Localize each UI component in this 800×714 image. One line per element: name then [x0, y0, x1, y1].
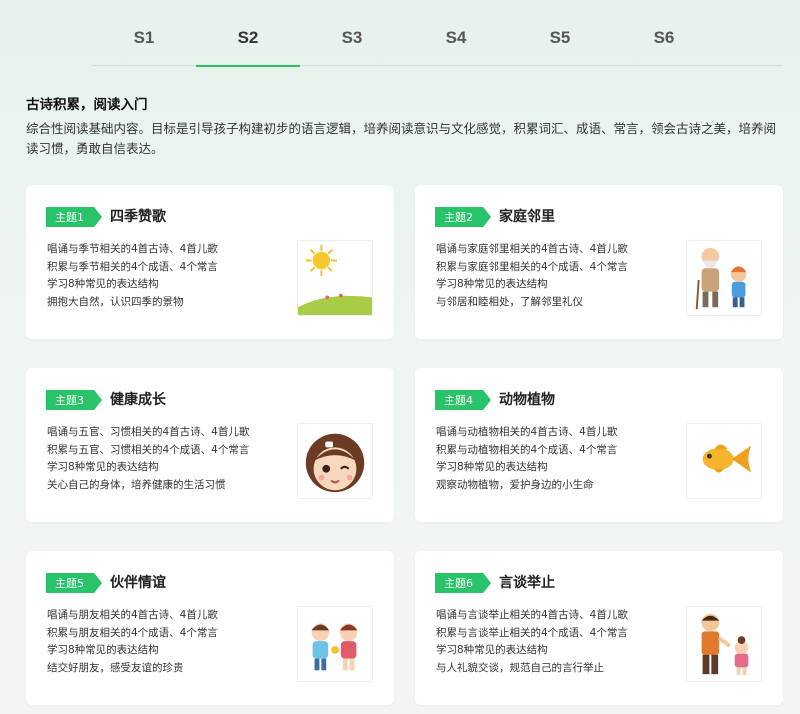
theme-line: 学习8种常见的表达结构 — [47, 461, 159, 473]
theme-line: 积累与朋友相关的4个成语、4个常言 — [47, 626, 218, 639]
theme-card-2[interactable]: 主题2 家庭邻里 唱诵与家庭邻里相关的4首古诗、4首儿歌 积累与家庭邻里相关的4… — [415, 185, 783, 339]
theme-line: 学习8种常见的表达结构 — [436, 644, 548, 656]
theme-card-5[interactable]: 主题5 伙伴情谊 唱诵与朋友相关的4首古诗、4首儿歌 积累与朋友相关的4个成语、… — [26, 551, 394, 705]
theme-title: 家庭邻里 — [499, 209, 555, 225]
theme-line: 唱诵与动植物相关的4首古诗、4首儿歌 — [436, 426, 618, 438]
theme-line: 结交好朋友，感受友谊的珍贵 — [47, 661, 184, 674]
theme-line: 学习8种常见的表达结构 — [47, 278, 159, 290]
theme-line: 积累与五官、习惯相关的4个成语、4个常言 — [47, 443, 250, 456]
theme-line: 唱诵与言谈举止相关的4首古诗、4首儿歌 — [436, 609, 628, 621]
theme-lines: 唱诵与家庭邻里相关的4首古诗、4首儿歌 积累与家庭邻里相关的4个成语、4个常言 … — [436, 241, 676, 311]
polite-greeting-icon — [686, 606, 762, 682]
theme-line: 关心自己的身体，培养健康的生活习惯 — [47, 478, 226, 491]
tab-s3[interactable]: S3 — [300, 20, 404, 66]
theme-line: 积累与家庭邻里相关的4个成语、4个常言 — [436, 260, 628, 273]
theme-tag: 主题5 — [46, 573, 102, 593]
theme-title: 四季赞歌 — [110, 209, 166, 225]
theme-card-4[interactable]: 主题4 动物植物 唱诵与动植物相关的4首古诗、4首儿歌 积累与动植物相关的4个成… — [415, 368, 783, 522]
theme-line: 唱诵与家庭邻里相关的4首古诗、4首儿歌 — [436, 243, 628, 255]
theme-line: 唱诵与季节相关的4首古诗、4首儿歌 — [47, 243, 218, 255]
theme-title: 健康成长 — [110, 392, 166, 408]
theme-line: 学习8种常见的表达结构 — [436, 278, 548, 290]
theme-lines: 唱诵与动植物相关的4首古诗、4首儿歌 积累与动植物相关的4个成语、4个常言 学习… — [436, 424, 676, 494]
tab-s1[interactable]: S1 — [92, 20, 196, 66]
grandpa-and-child-icon — [686, 240, 762, 316]
sun-landscape-icon — [297, 240, 373, 316]
theme-title: 言谈举止 — [499, 575, 555, 591]
theme-title: 伙伴情谊 — [110, 575, 166, 591]
goldfish-icon — [686, 423, 762, 499]
two-friends-icon — [297, 606, 373, 682]
theme-card-3[interactable]: 主题3 健康成长 唱诵与五官、习惯相关的4首古诗、4首儿歌 积累与五官、习惯相关… — [26, 368, 394, 522]
theme-title: 动物植物 — [499, 392, 555, 408]
theme-line: 唱诵与五官、习惯相关的4首古诗、4首儿歌 — [47, 426, 250, 438]
theme-tag: 主题2 — [435, 207, 491, 227]
theme-tag: 主题1 — [46, 207, 102, 227]
theme-line: 唱诵与朋友相关的4首古诗、4首儿歌 — [47, 609, 218, 621]
theme-line: 观察动物植物，爱护身边的小生命 — [436, 478, 594, 491]
theme-lines: 唱诵与朋友相关的4首古诗、4首儿歌 积累与朋友相关的4个成语、4个常言 学习8种… — [47, 607, 287, 677]
theme-line: 积累与言谈举止相关的4个成语、4个常言 — [436, 626, 628, 639]
theme-line: 与邻居和睦相处，了解邻里礼仪 — [436, 295, 583, 308]
stage-tabs: S1 S2 S3 S4 S5 S6 — [92, 20, 782, 67]
intro-description: 综合性阅读基础内容。目标是引导孩子构建初步的语言逻辑，培养阅读意识与文化感觉，积… — [26, 121, 777, 156]
theme-line: 拥抱大自然，认识四季的景物 — [47, 295, 184, 308]
theme-line: 积累与动植物相关的4个成语、4个常言 — [436, 443, 618, 456]
theme-line: 学习8种常见的表达结构 — [47, 644, 159, 656]
theme-card-6[interactable]: 主题6 言谈举止 唱诵与言谈举止相关的4首古诗、4首儿歌 积累与言谈举止相关的4… — [415, 551, 783, 705]
theme-tag: 主题3 — [46, 390, 102, 410]
tab-s4[interactable]: S4 — [404, 20, 508, 66]
theme-card-1[interactable]: 主题1 四季赞歌 唱诵与季节相关的4首古诗、4首儿歌 积累与季节相关的4个成语、… — [26, 185, 394, 339]
tab-s6[interactable]: S6 — [612, 20, 716, 66]
theme-line: 积累与季节相关的4个成语、4个常言 — [47, 260, 218, 273]
theme-tag: 主题4 — [435, 390, 491, 410]
tab-s5[interactable]: S5 — [508, 20, 612, 66]
theme-line: 学习8种常见的表达结构 — [436, 461, 548, 473]
tab-s2[interactable]: S2 — [196, 20, 300, 67]
girl-face-icon — [297, 423, 373, 499]
theme-lines: 唱诵与五官、习惯相关的4首古诗、4首儿歌 积累与五官、习惯相关的4个成语、4个常… — [47, 424, 287, 494]
theme-line: 与人礼貌交谈，规范自己的言行举止 — [436, 661, 604, 674]
theme-tag: 主题6 — [435, 573, 491, 593]
theme-lines: 唱诵与季节相关的4首古诗、4首儿歌 积累与季节相关的4个成语、4个常言 学习8种… — [47, 241, 287, 311]
intro-title: 古诗积累，阅读入门 — [26, 97, 148, 113]
theme-lines: 唱诵与言谈举止相关的4首古诗、4首儿歌 积累与言谈举止相关的4个成语、4个常言 … — [436, 607, 676, 677]
